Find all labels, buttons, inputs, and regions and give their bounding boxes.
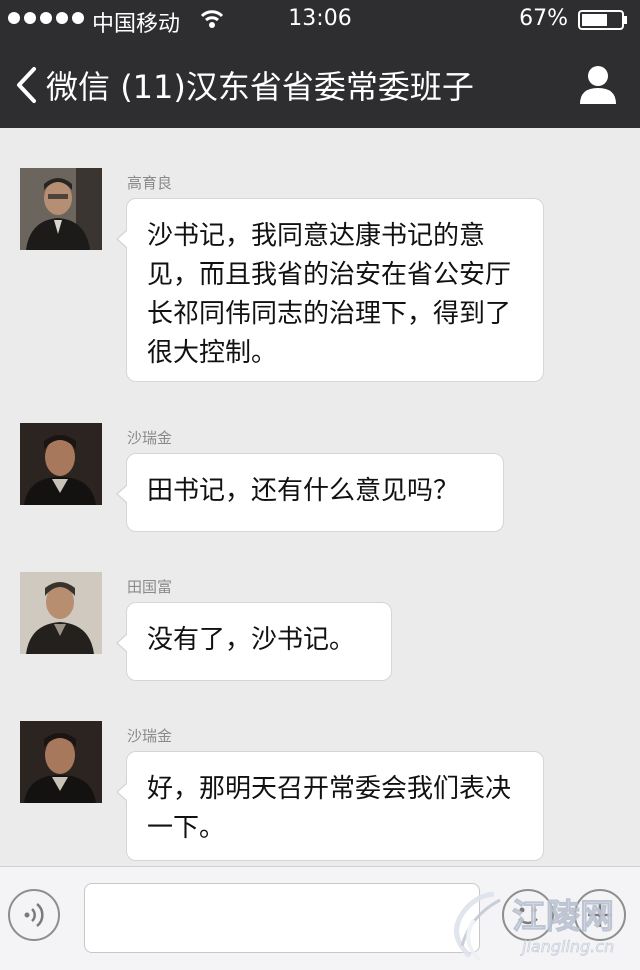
sender-name: 沙瑞金 — [127, 429, 173, 447]
voice-input-button[interactable] — [8, 889, 60, 941]
avatar[interactable] — [20, 423, 102, 505]
back-chevron-icon[interactable] — [14, 66, 38, 104]
battery-percent: 67% — [519, 6, 568, 31]
message-input[interactable] — [84, 883, 480, 953]
sender-name: 高育良 — [127, 174, 173, 192]
avatar[interactable] — [20, 168, 102, 250]
chat-title: 微信 (11)汉东省省委常委班子 — [46, 62, 474, 108]
more-options-button[interactable] — [574, 889, 626, 941]
nav-bar: 微信 (11)汉东省省委常委班子 — [0, 40, 640, 128]
voice-wave-icon — [24, 903, 44, 927]
status-bar: 中国移动 13:06 67% — [0, 0, 640, 40]
message-bubble[interactable]: 好，那明天召开常委会我们表决一下。 — [116, 751, 544, 861]
message-bubble[interactable]: 沙书记，我同意达康书记的意见，而且我省的治安在省公安厅长祁同伟同志的治理下，得到… — [116, 198, 544, 382]
message-bubble[interactable]: 没有了，沙书记。 — [116, 602, 392, 681]
chat-input-bar — [0, 866, 640, 970]
sender-name: 沙瑞金 — [127, 727, 173, 745]
avatar[interactable] — [20, 572, 102, 654]
plus-icon — [588, 903, 612, 927]
battery-icon — [578, 10, 627, 30]
chat-info-person-icon[interactable] — [578, 64, 618, 104]
back-label[interactable]: 微信 — [46, 68, 110, 106]
smiley-icon — [518, 907, 538, 925]
avatar[interactable] — [20, 721, 102, 803]
group-name: (11)汉东省省委常委班子 — [120, 68, 474, 106]
sender-name: 田国富 — [127, 578, 173, 596]
message-bubble[interactable]: 田书记，还有什么意见吗？ — [116, 453, 504, 532]
emoji-button[interactable] — [502, 889, 554, 941]
